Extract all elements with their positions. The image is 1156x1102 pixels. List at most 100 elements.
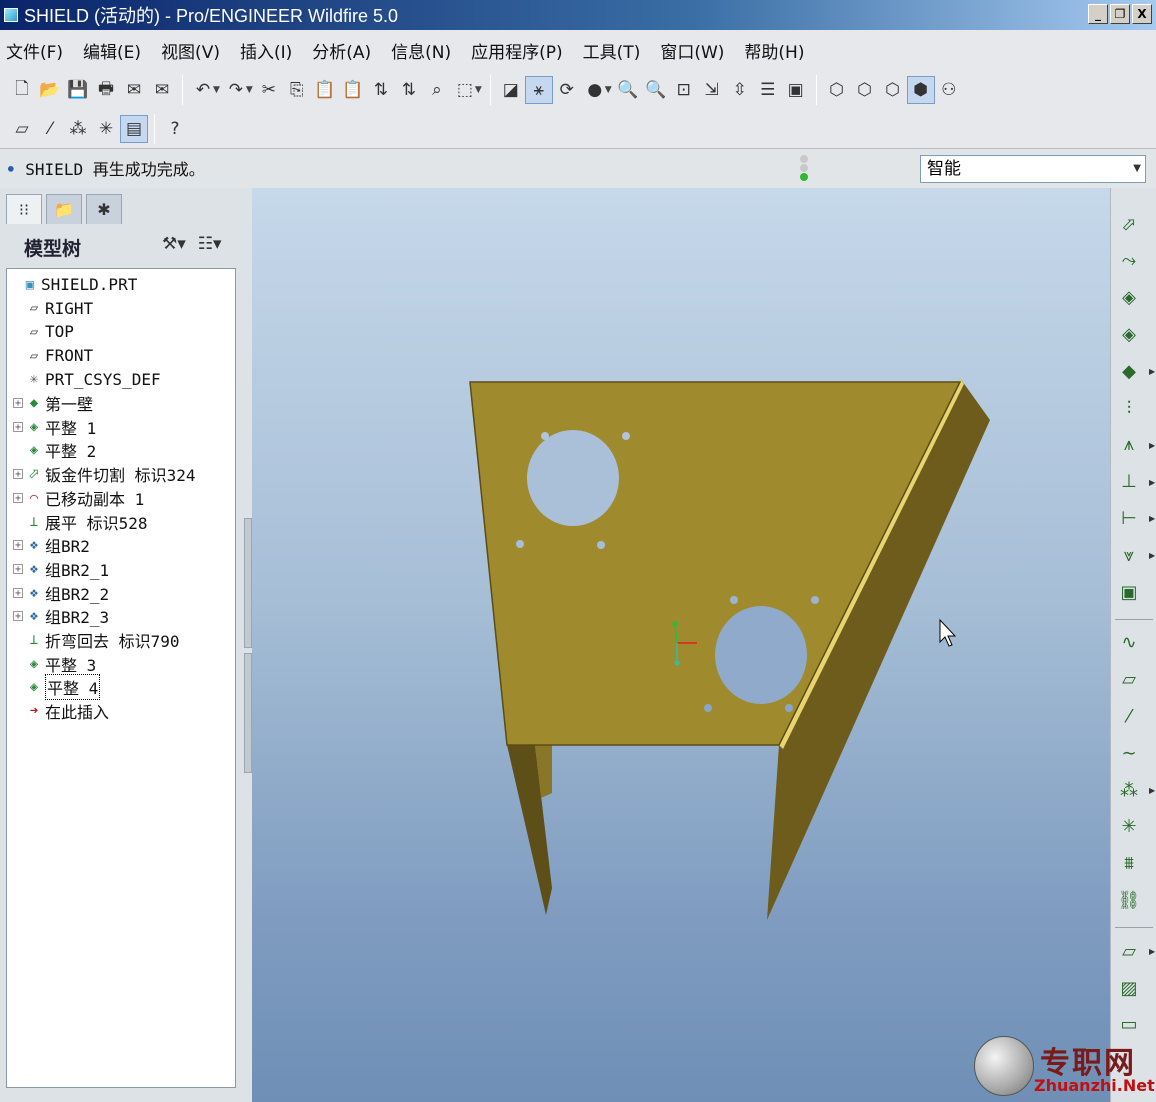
- feature-group-icon[interactable]: ▭: [1115, 1011, 1143, 1039]
- tree-item[interactable]: ▱ FRONT: [13, 344, 93, 367]
- open-file-icon[interactable]: 📂: [36, 76, 64, 104]
- menu-window[interactable]: 窗口(W): [660, 38, 724, 63]
- datum-point-display-icon[interactable]: ⁂: [64, 115, 92, 143]
- datum-axis-display-icon[interactable]: ⁄: [36, 115, 64, 143]
- chevron-right-icon[interactable]: ▶: [1149, 514, 1155, 523]
- send-link-icon[interactable]: ✉: [148, 76, 176, 104]
- datum-curve-tool-icon[interactable]: ∼: [1115, 739, 1143, 767]
- chevron-down-icon[interactable]: ▼: [1133, 156, 1141, 182]
- expand-icon[interactable]: +: [13, 492, 23, 503]
- tree-item[interactable]: + ❖ 组BR2_3: [13, 605, 109, 628]
- sketch-tool-icon[interactable]: ∿: [1115, 629, 1143, 657]
- graphics-window[interactable]: [252, 188, 1110, 1102]
- unbend-tool-icon[interactable]: ⊥: [1115, 468, 1143, 496]
- tree-item[interactable]: ◈ 平整 3: [13, 652, 97, 675]
- tree-item[interactable]: + ❖ 组BR2_1: [13, 557, 109, 580]
- hidden-line-icon[interactable]: ⬡: [851, 76, 879, 104]
- layers-icon[interactable]: ☰: [754, 76, 782, 104]
- paste-special-icon[interactable]: 📋: [339, 76, 367, 104]
- orient-mode-icon[interactable]: ⟳: [553, 76, 581, 104]
- refit-icon[interactable]: ⊡: [670, 76, 698, 104]
- tab-folder-browser[interactable]: 📁: [46, 194, 82, 224]
- flatten-icon[interactable]: ⩔: [1115, 541, 1143, 569]
- appearance-dropdown-icon[interactable]: ▼: [605, 85, 612, 95]
- datum-plane-tool-icon[interactable]: ▱: [1115, 666, 1143, 694]
- no-hidden-icon[interactable]: ⬡: [879, 76, 907, 104]
- reorient-icon[interactable]: ⇲: [698, 76, 726, 104]
- cut-icon[interactable]: ✂: [255, 76, 283, 104]
- bend-tool-icon[interactable]: ⩚: [1115, 431, 1143, 459]
- zoom-out-icon[interactable]: 🔍: [642, 76, 670, 104]
- chain-icon[interactable]: ⛓: [1115, 886, 1143, 914]
- expand-icon[interactable]: +: [13, 540, 23, 551]
- menu-applications[interactable]: 应用程序(P): [471, 38, 563, 63]
- expand-icon[interactable]: +: [13, 469, 23, 480]
- expand-icon[interactable]: +: [13, 611, 23, 622]
- tree-item[interactable]: + ⌒ 已移动副本 1: [13, 486, 144, 509]
- menu-edit[interactable]: 编辑(E): [83, 38, 141, 63]
- copy-icon[interactable]: ⎘: [283, 76, 311, 104]
- zoom-in-icon[interactable]: 🔍: [614, 76, 642, 104]
- restore-button[interactable]: ❐: [1110, 4, 1130, 24]
- minimize-button[interactable]: _: [1088, 4, 1108, 24]
- chevron-right-icon[interactable]: ▶: [1149, 367, 1155, 376]
- new-file-icon[interactable]: 🗋: [8, 76, 36, 104]
- context-help-icon[interactable]: ?: [161, 115, 189, 143]
- shading-icon[interactable]: ⬢: [906, 76, 935, 104]
- expand-icon[interactable]: +: [13, 398, 23, 409]
- select-dropdown-icon[interactable]: ▼: [475, 85, 482, 95]
- analysis-feature-icon[interactable]: ⩩: [1115, 850, 1143, 878]
- menu-analysis[interactable]: 分析(A): [312, 38, 371, 63]
- expand-icon[interactable]: +: [13, 587, 23, 598]
- tree-item[interactable]: ◈ 平整 2: [13, 439, 97, 462]
- selection-filter[interactable]: 智能 ▼: [920, 155, 1146, 183]
- regen-manager-icon[interactable]: ⇅: [395, 76, 423, 104]
- find-icon[interactable]: ⌕: [423, 76, 451, 104]
- tree-item[interactable]: ▱ RIGHT: [13, 297, 93, 320]
- tree-item[interactable]: + ◆ 第一壁: [13, 392, 93, 415]
- menu-view[interactable]: 视图(V): [161, 38, 220, 63]
- datum-axis-tool-icon[interactable]: ⁄: [1115, 702, 1143, 730]
- tree-item[interactable]: + ⬀ 钣金件切割 标识324: [13, 463, 196, 486]
- menu-tools[interactable]: 工具(T): [583, 38, 641, 63]
- unattached-wall-icon[interactable]: ◆: [1115, 357, 1143, 385]
- csys-tool-icon[interactable]: ✳: [1115, 813, 1143, 841]
- expand-icon[interactable]: +: [13, 421, 23, 432]
- tree-settings-icon[interactable]: ⚒▾: [162, 234, 186, 254]
- tree-item[interactable]: ◈ 平整 4: [13, 674, 101, 701]
- panel-sash-handle[interactable]: [244, 518, 252, 648]
- tree-item[interactable]: ➜ 在此插入: [13, 700, 109, 723]
- panel-sash-handle[interactable]: [244, 653, 252, 773]
- menu-help[interactable]: 帮助(H): [744, 38, 804, 63]
- print-icon[interactable]: 🖶: [92, 76, 120, 104]
- tree-item[interactable]: + ❖ 组BR2: [13, 534, 90, 557]
- menu-info[interactable]: 信息(N): [391, 38, 451, 63]
- regenerate-icon[interactable]: ⇅: [367, 76, 395, 104]
- copy-geometry-2-icon[interactable]: ▨: [1115, 974, 1143, 1002]
- hole-tool-icon[interactable]: ⬀: [1115, 210, 1143, 238]
- datum-point-tool-icon[interactable]: ⁂: [1115, 776, 1143, 804]
- csys-display-icon[interactable]: ✳: [92, 115, 120, 143]
- flat-wall-tool-icon[interactable]: ◈: [1115, 284, 1143, 312]
- tree-item[interactable]: + ❖ 组BR2_2: [13, 581, 109, 604]
- tab-favorites[interactable]: ✱: [86, 194, 122, 224]
- bend-back-tool-icon[interactable]: ⊢: [1115, 504, 1143, 532]
- chevron-right-icon[interactable]: ▶: [1149, 551, 1155, 560]
- chevron-right-icon[interactable]: ▶: [1149, 441, 1155, 450]
- chevron-right-icon[interactable]: ▶: [1149, 947, 1155, 956]
- tree-item[interactable]: ✳ PRT_CSYS_DEF: [13, 368, 161, 391]
- tree-show-icon[interactable]: ☷▾: [198, 234, 222, 254]
- saved-views-icon[interactable]: ⇳: [726, 76, 754, 104]
- model-player-icon[interactable]: ⚇: [935, 76, 963, 104]
- undo-dropdown-icon[interactable]: ▼: [213, 85, 220, 95]
- tree-item[interactable]: ▱ TOP: [13, 320, 74, 343]
- save-icon[interactable]: 💾: [64, 76, 92, 104]
- form-tool-icon[interactable]: ▣: [1115, 578, 1143, 606]
- extend-icon[interactable]: ⤳: [1115, 247, 1143, 275]
- tree-item[interactable]: ▣ SHIELD.PRT: [9, 273, 138, 296]
- menu-file[interactable]: 文件(F): [6, 38, 63, 63]
- expand-icon[interactable]: +: [13, 563, 23, 574]
- flange-wall-icon[interactable]: ◈: [1115, 320, 1143, 348]
- paste-icon[interactable]: 📋: [311, 76, 339, 104]
- annotation-display-icon[interactable]: ▤: [120, 115, 148, 143]
